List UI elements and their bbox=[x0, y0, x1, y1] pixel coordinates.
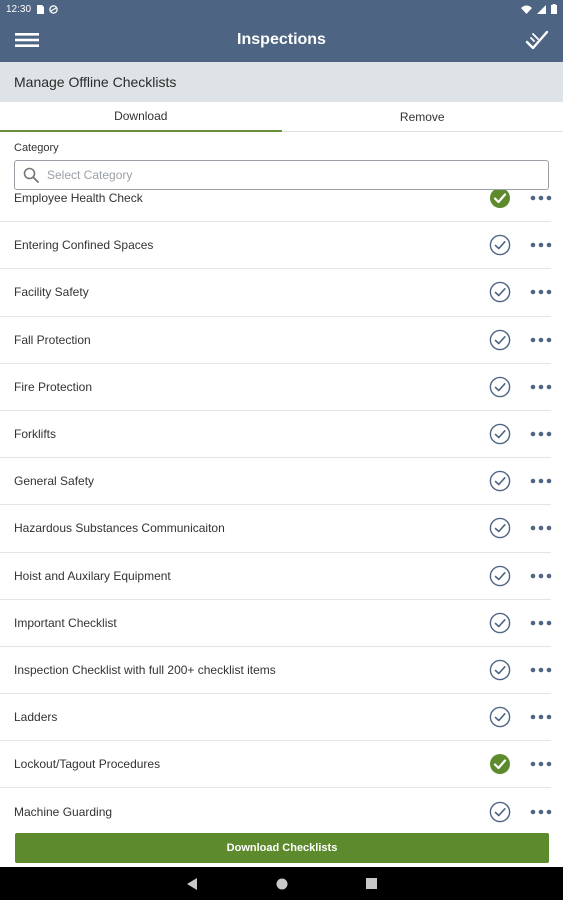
checklist-label: Lockout/Tagout Procedures bbox=[14, 757, 161, 772]
category-label: Category bbox=[14, 142, 59, 154]
checklist-row[interactable]: Facility Safety bbox=[0, 269, 552, 317]
category-search-input[interactable] bbox=[47, 168, 527, 182]
outline-check-circle-icon[interactable] bbox=[489, 517, 511, 539]
checklist-label: Hazardous Substances Communicaiton bbox=[14, 521, 225, 536]
outline-check-circle-icon[interactable] bbox=[489, 281, 511, 303]
checklist-row[interactable]: Important Checklist bbox=[0, 600, 552, 647]
more-dots-icon[interactable] bbox=[530, 665, 552, 675]
more-dots-icon[interactable] bbox=[530, 712, 552, 722]
more-dots-icon[interactable] bbox=[530, 476, 552, 486]
category-field[interactable] bbox=[14, 160, 549, 190]
more-dots-icon[interactable] bbox=[530, 382, 552, 392]
checklist-label: Ladders bbox=[14, 710, 58, 725]
tab-remove[interactable]: Remove bbox=[281, 102, 563, 132]
filled-check-circle-icon[interactable] bbox=[489, 190, 511, 209]
checklist-label: Inspection Checklist with full 200+ chec… bbox=[14, 662, 276, 677]
signal-icon bbox=[537, 4, 546, 14]
checklist-label: Entering Confined Spaces bbox=[14, 238, 154, 253]
system-nav-bar bbox=[0, 867, 563, 900]
checklist-row[interactable]: Forklifts bbox=[0, 411, 552, 459]
checklist-label: Machine Guarding bbox=[14, 804, 113, 819]
checklist-label: General Safety bbox=[14, 474, 95, 489]
outline-check-circle-icon[interactable] bbox=[489, 423, 511, 445]
checklist-action-button[interactable] bbox=[511, 18, 563, 62]
tab-bar: Download Remove bbox=[0, 102, 563, 132]
tab-download[interactable]: Download bbox=[0, 102, 282, 132]
menu-button[interactable] bbox=[0, 18, 54, 62]
app-bar: Inspections bbox=[0, 18, 563, 62]
outline-check-circle-icon[interactable] bbox=[489, 659, 511, 681]
status-bar: 12:30 bbox=[0, 0, 563, 18]
recents-icon[interactable] bbox=[366, 878, 377, 889]
outline-check-circle-icon[interactable] bbox=[489, 565, 511, 587]
outline-check-circle-icon[interactable] bbox=[489, 470, 511, 492]
checklist-label: Hoist and Auxilary Equipment bbox=[14, 568, 171, 583]
more-dots-icon[interactable] bbox=[530, 240, 552, 250]
battery-icon bbox=[551, 4, 557, 14]
more-dots-icon[interactable] bbox=[530, 618, 552, 628]
more-dots-icon[interactable] bbox=[530, 807, 552, 817]
more-dots-icon[interactable] bbox=[530, 571, 552, 581]
sync-icon bbox=[49, 4, 58, 14]
checklist-row[interactable]: Employee Health Check bbox=[0, 190, 552, 223]
filled-check-circle-icon[interactable] bbox=[489, 753, 511, 775]
checklist-label: Facility Safety bbox=[14, 285, 89, 300]
checklist-row[interactable]: Ladders bbox=[0, 694, 552, 742]
more-dots-icon[interactable] bbox=[530, 287, 552, 297]
checklist-label: Employee Health Check bbox=[14, 191, 143, 206]
checklist-row[interactable]: Machine Guarding bbox=[0, 788, 552, 828]
more-dots-icon[interactable] bbox=[530, 429, 552, 439]
checklist-row[interactable]: General Safety bbox=[0, 458, 552, 506]
checklist-label: Fall Protection bbox=[14, 332, 91, 347]
checklist-list[interactable]: Employee Health Check Entering Confined S… bbox=[0, 190, 563, 828]
more-dots-icon[interactable] bbox=[530, 523, 552, 533]
back-icon[interactable] bbox=[186, 877, 198, 890]
checklist-row[interactable]: Hoist and Auxilary Equipment bbox=[0, 553, 552, 600]
app-title: Inspections bbox=[237, 31, 326, 48]
outline-check-circle-icon[interactable] bbox=[489, 706, 511, 728]
outline-check-circle-icon[interactable] bbox=[489, 234, 511, 256]
checklist-check-icon bbox=[525, 30, 549, 50]
outline-check-circle-icon[interactable] bbox=[489, 801, 511, 823]
more-dots-icon[interactable] bbox=[530, 759, 552, 769]
checklist-row[interactable]: Fire Protection bbox=[0, 364, 552, 411]
outline-check-circle-icon[interactable] bbox=[489, 612, 511, 634]
download-checklists-button[interactable]: Download Checklists bbox=[15, 833, 549, 863]
home-icon[interactable] bbox=[276, 878, 288, 890]
page-title: Manage Offline Checklists bbox=[0, 62, 563, 102]
outline-check-circle-icon[interactable] bbox=[489, 376, 511, 398]
status-time: 12:30 bbox=[6, 3, 32, 15]
wifi-icon bbox=[521, 5, 532, 14]
checklist-label: Fire Protection bbox=[14, 379, 93, 394]
checklist-row[interactable]: Lockout/Tagout Procedures bbox=[0, 741, 552, 789]
sd-card-icon bbox=[37, 4, 45, 14]
hamburger-icon bbox=[15, 33, 39, 47]
outline-check-circle-icon[interactable] bbox=[489, 329, 511, 351]
checklist-row[interactable]: Hazardous Substances Communicaiton bbox=[0, 505, 552, 553]
checklist-label: Important Checklist bbox=[14, 615, 117, 630]
more-dots-icon[interactable] bbox=[530, 193, 552, 203]
more-dots-icon[interactable] bbox=[530, 335, 552, 345]
checklist-row[interactable]: Inspection Checklist with full 200+ chec… bbox=[0, 647, 552, 695]
checklist-row[interactable]: Entering Confined Spaces bbox=[0, 222, 552, 270]
checklist-row[interactable]: Fall Protection bbox=[0, 317, 552, 364]
checklist-label: Forklifts bbox=[14, 427, 56, 442]
search-icon bbox=[23, 167, 39, 183]
